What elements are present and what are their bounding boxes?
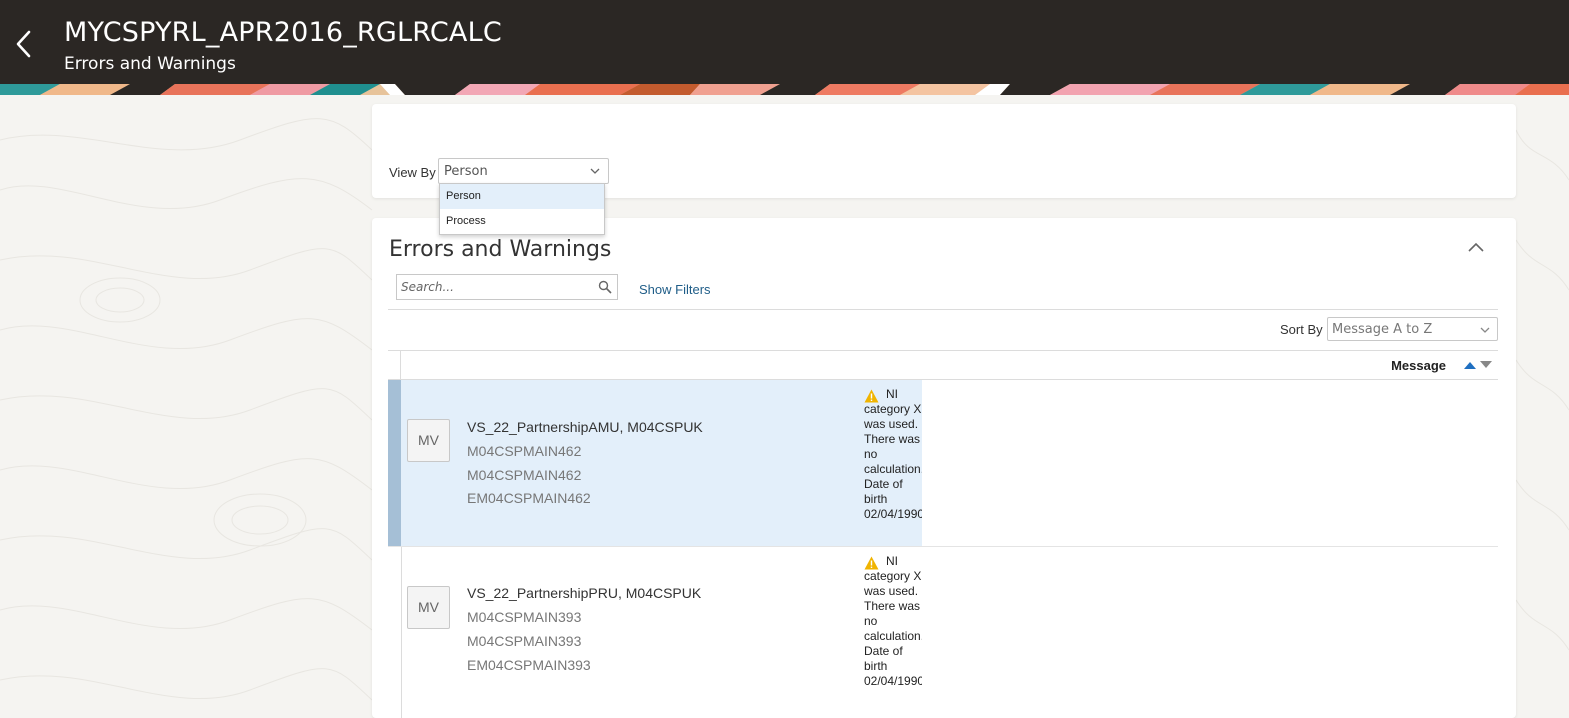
- message-cell: NI category X was used. There was no cal…: [864, 554, 922, 706]
- table-row[interactable]: MV VS_22_PartnershipPRU, M04CSPUK M04CSP…: [388, 546, 1498, 718]
- row-highlight: [401, 380, 922, 546]
- collapse-icon[interactable]: [1467, 240, 1485, 254]
- person-detail: M04CSPMAIN393: [467, 633, 582, 649]
- person-detail: EM04CSPMAIN393: [467, 657, 591, 673]
- errors-warnings-panel: Errors and Warnings Show Filters Sort By…: [372, 218, 1516, 718]
- person-detail: M04CSPMAIN393: [467, 609, 582, 625]
- person-detail: M04CSPMAIN462: [467, 467, 582, 483]
- table-row[interactable]: MV VS_22_PartnershipAMU, M04CSPUK M04CSP…: [388, 380, 1498, 546]
- table-header-divider: [400, 351, 401, 381]
- person-name[interactable]: VS_22_PartnershipAMU, M04CSPUK: [467, 419, 703, 435]
- sort-by-value: Message A to Z: [1332, 322, 1433, 337]
- view-by-dropdown-list: Person Process: [439, 183, 605, 235]
- view-by-value: Person: [444, 164, 488, 179]
- view-by-option-person[interactable]: Person: [440, 184, 604, 209]
- search-icon[interactable]: [598, 280, 612, 294]
- view-by-label: View By: [389, 165, 436, 180]
- search-input[interactable]: [397, 275, 593, 299]
- search-field: [396, 274, 618, 300]
- sort-by-label: Sort By: [1280, 322, 1323, 337]
- person-detail: M04CSPMAIN462: [467, 443, 582, 459]
- page-subtitle: Errors and Warnings: [64, 54, 236, 74]
- page-header: MYCSPYRL_APR2016_RGLRCALC Errors and War…: [0, 0, 1569, 84]
- page-title: MYCSPYRL_APR2016_RGLRCALC: [64, 17, 502, 48]
- person-name[interactable]: VS_22_PartnershipPRU, M04CSPUK: [467, 585, 701, 601]
- decorative-banner: [0, 84, 1569, 95]
- sort-ascending-icon[interactable]: [1464, 361, 1476, 369]
- chevron-down-icon: [1480, 327, 1490, 333]
- message-cell: NI category X was used. There was no cal…: [864, 387, 922, 539]
- table-header: Message: [388, 350, 1498, 381]
- chevron-down-icon: [590, 168, 600, 174]
- avatar: MV: [407, 419, 450, 462]
- avatar: MV: [407, 586, 450, 629]
- row-selection-bar: [388, 380, 401, 546]
- message-text: NI category X was used. There was no cal…: [864, 554, 922, 688]
- sort-by-select[interactable]: Message A to Z: [1327, 317, 1498, 341]
- show-filters-link[interactable]: Show Filters: [639, 282, 711, 297]
- message-text: NI category X was used. There was no cal…: [864, 387, 922, 521]
- row-selection-bar: [388, 547, 402, 718]
- section-title: Errors and Warnings: [389, 237, 612, 262]
- sort-descending-icon[interactable]: [1480, 361, 1492, 369]
- back-icon[interactable]: [10, 26, 38, 62]
- view-by-select[interactable]: Person: [438, 158, 609, 184]
- person-detail: EM04CSPMAIN462: [467, 490, 591, 506]
- divider: [388, 309, 1498, 310]
- column-header-message[interactable]: Message: [1391, 358, 1446, 373]
- view-by-option-process[interactable]: Process: [440, 209, 604, 234]
